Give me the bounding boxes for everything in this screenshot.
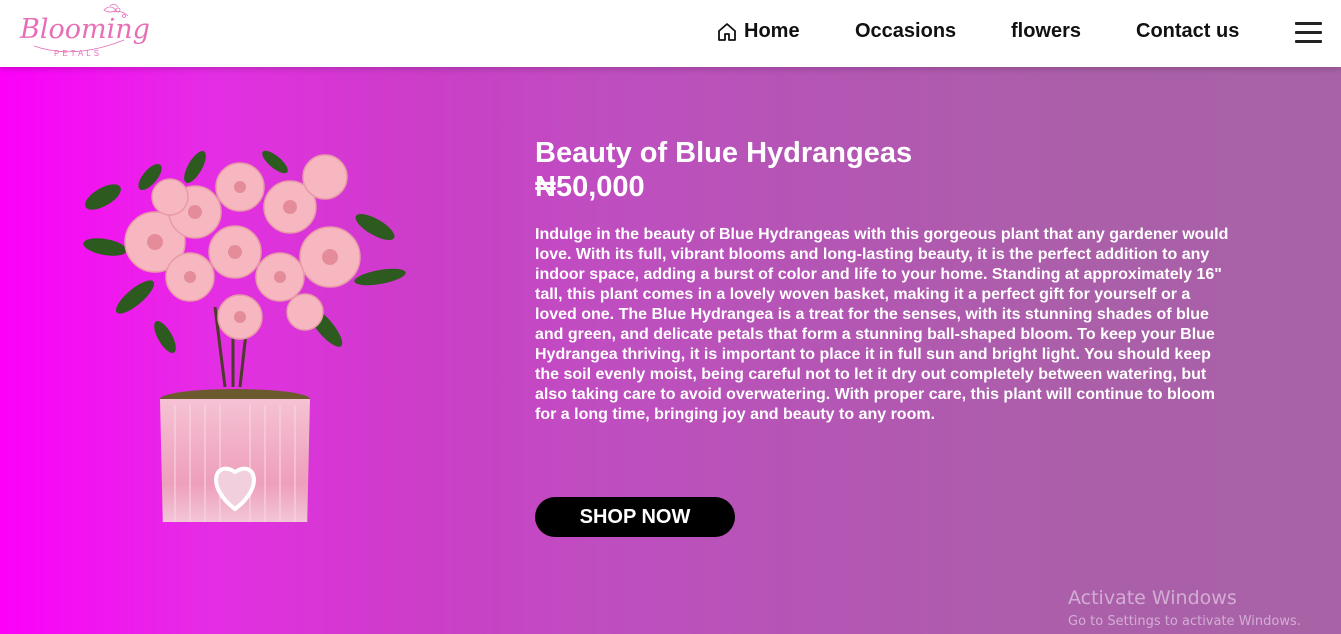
- nav-home[interactable]: Home: [716, 20, 800, 43]
- product-price: ₦50,000: [535, 171, 645, 203]
- nav-occasions[interactable]: Occasions: [855, 20, 956, 43]
- brand-logo[interactable]: Blooming PETALS: [14, 2, 150, 66]
- product-hero: Beauty of Blue Hydrangeas ₦50,000 Indulg…: [0, 67, 1341, 634]
- watermark-title: Activate Windows: [1068, 587, 1237, 609]
- product-image: [75, 137, 420, 577]
- hamburger-menu-icon[interactable]: [1295, 22, 1322, 44]
- nav-flowers[interactable]: flowers: [1011, 20, 1081, 43]
- shop-now-button[interactable]: SHOP NOW: [535, 497, 735, 537]
- nav-contact-us[interactable]: Contact us: [1136, 20, 1239, 43]
- product-description: Indulge in the beauty of Blue Hydrangeas…: [535, 226, 1229, 423]
- site-header: Blooming PETALS Home Occasions flowers C…: [0, 0, 1341, 67]
- nav-home-label: Home: [744, 20, 800, 42]
- logo-wordmark: Blooming: [20, 14, 150, 45]
- watermark-subtitle: Go to Settings to activate Windows.: [1068, 614, 1301, 629]
- home-icon: [716, 21, 738, 43]
- product-title: Beauty of Blue Hydrangeas: [535, 137, 913, 169]
- activate-windows-watermark: Activate Windows Go to Settings to activ…: [1068, 587, 1301, 629]
- logo-subtitle: PETALS: [54, 49, 103, 58]
